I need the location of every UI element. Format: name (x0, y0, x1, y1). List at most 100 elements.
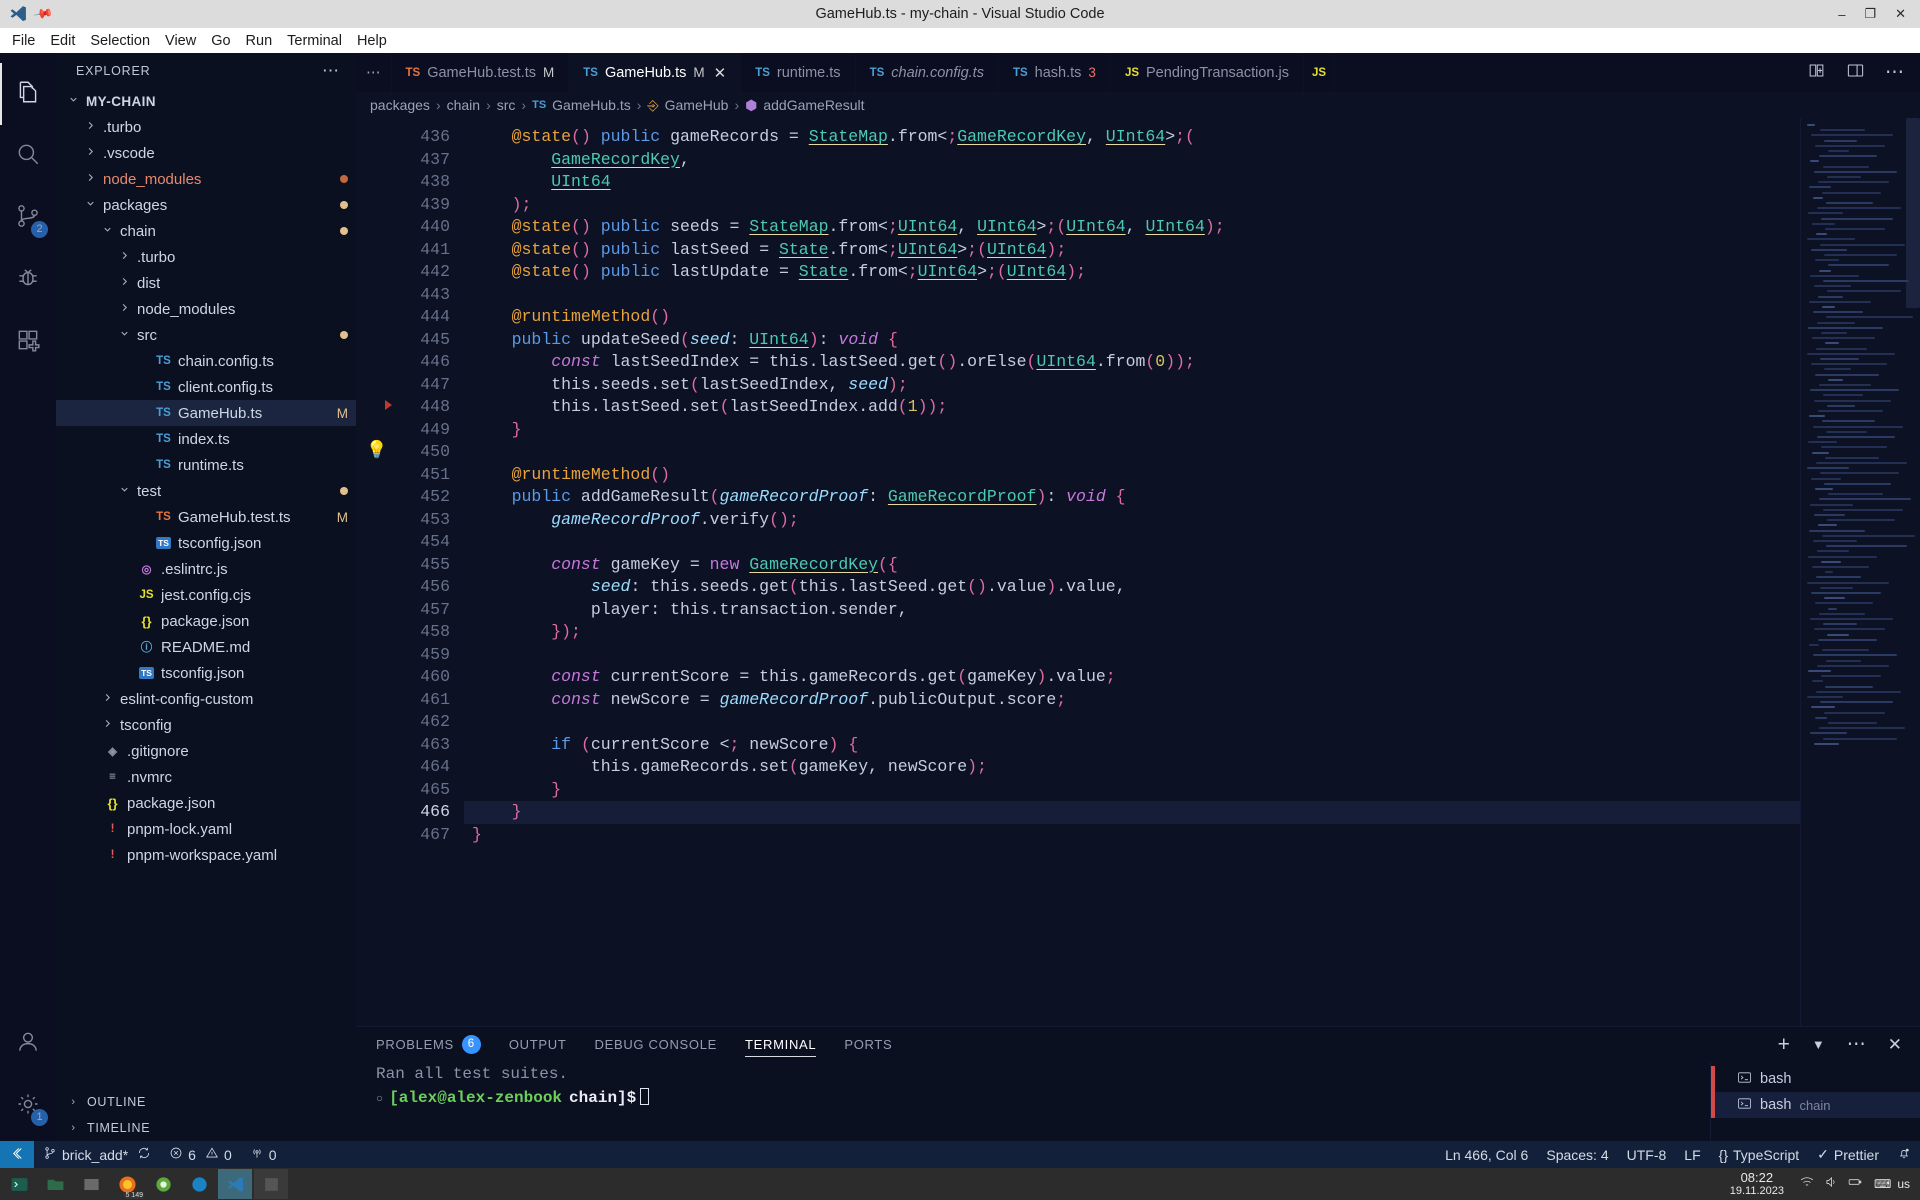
formatter-status[interactable]: ✓ Prettier (1808, 1141, 1888, 1168)
layout-icon[interactable] (1846, 61, 1865, 85)
editor-tab[interactable]: JS PendingTransaction.js (1110, 53, 1304, 92)
breadcrumb-src[interactable]: src (497, 97, 516, 113)
tree-item[interactable]: dist (56, 270, 356, 296)
editor-tab[interactable]: TS runtime.ts (741, 53, 856, 92)
outline-section[interactable]: › OUTLINE (56, 1089, 356, 1115)
battery-icon[interactable] (1848, 1175, 1862, 1194)
more-actions-icon[interactable]: ⋯ (1885, 61, 1904, 84)
tree-item[interactable]: node_modules (56, 166, 356, 192)
menu-view[interactable]: View (158, 31, 203, 51)
chevron-down-icon[interactable] (100, 224, 115, 238)
minimap-slider[interactable] (1906, 118, 1920, 308)
menu-go[interactable]: Go (204, 31, 237, 51)
code-editor[interactable]: 💡 436 437 438 439 440 441 442 443 444 445 446 447 44… (356, 118, 1920, 1026)
tree-item[interactable]: .vscode (56, 140, 356, 166)
tree-root[interactable]: MY-CHAIN (56, 88, 356, 114)
breadcrumb-chain[interactable]: chain (447, 97, 480, 113)
ports-status-button[interactable]: 0 (241, 1141, 286, 1168)
tab-ports[interactable]: PORTS (844, 1027, 892, 1062)
tab-problems[interactable]: PROBLEMS 6 (376, 1027, 481, 1062)
activity-manage[interactable]: 1 (0, 1075, 56, 1137)
encoding-setting[interactable]: UTF-8 (1618, 1141, 1676, 1168)
editor-tab[interactable]: JS (1303, 53, 1336, 92)
activity-explorer[interactable] (0, 63, 56, 125)
add-terminal-icon[interactable]: + (1778, 1034, 1790, 1055)
chevron-down-icon[interactable] (117, 484, 132, 498)
tree-item[interactable]: ◎ .eslintrc.js (56, 556, 356, 582)
tree-item[interactable]: tsconfig (56, 712, 356, 738)
tree-item[interactable]: chain (56, 218, 356, 244)
menu-run[interactable]: Run (239, 31, 280, 51)
tree-item[interactable]: eslint-config-custom (56, 686, 356, 712)
tree-item[interactable]: src (56, 322, 356, 348)
menu-selection[interactable]: Selection (83, 31, 157, 51)
tree-item[interactable]: ≡ .nvmrc (56, 764, 356, 790)
chevron-down-icon[interactable] (83, 198, 98, 212)
chevron-right-icon[interactable] (83, 172, 98, 186)
editor-tab[interactable]: TS GameHub.test.ts M (391, 53, 570, 92)
tree-item[interactable]: ⓘ README.md (56, 634, 356, 660)
tree-item[interactable]: ! pnpm-workspace.yaml (56, 842, 356, 868)
remote-window-button[interactable] (0, 1141, 34, 1168)
tree-item[interactable]: TS client.config.ts (56, 374, 356, 400)
minimize-button[interactable]: – (1838, 7, 1845, 22)
taskbar-vscode-app[interactable] (218, 1169, 252, 1199)
editor-tab[interactable]: TS GameHub.ts M ✕ (569, 53, 742, 92)
tree-item[interactable]: TS chain.config.ts (56, 348, 356, 374)
network-icon[interactable] (1800, 1175, 1814, 1194)
terminal-list-item[interactable]: bash (1711, 1066, 1920, 1092)
tree-item[interactable]: JS jest.config.cjs (56, 582, 356, 608)
terminal-view[interactable]: Ran all test suites. ○ [alex@alex-zenbook… (356, 1062, 1710, 1141)
sidebar-more-icon[interactable]: ⋯ (322, 61, 340, 81)
cursor-position[interactable]: Ln 466, Col 6 (1436, 1141, 1537, 1168)
breadcrumb-method[interactable]: addGameResult (763, 97, 864, 113)
chevron-down-icon[interactable] (117, 328, 132, 342)
timeline-section[interactable]: › TIMELINE (56, 1115, 356, 1141)
tree-item[interactable]: TS GameHub.ts M (56, 400, 356, 426)
more-actions-icon[interactable]: ⋯ (1847, 1033, 1866, 1056)
activity-run-debug[interactable] (0, 249, 56, 311)
tab-debug-console[interactable]: DEBUG CONSOLE (595, 1027, 718, 1062)
tree-item[interactable]: node_modules (56, 296, 356, 322)
menu-file[interactable]: File (5, 31, 42, 51)
tabs-overflow-icon[interactable]: ⋯ (356, 53, 392, 92)
git-branch-button[interactable]: brick_add* (34, 1141, 160, 1168)
breakpoint-gutter[interactable]: 💡 (356, 118, 402, 1026)
tree-item[interactable]: TS GameHub.test.ts M (56, 504, 356, 530)
breadcrumb-packages[interactable]: packages (370, 97, 430, 113)
activity-search[interactable] (0, 125, 56, 187)
chevron-right-icon[interactable] (100, 718, 115, 732)
tree-item[interactable]: test (56, 478, 356, 504)
taskbar-editor-app[interactable] (254, 1169, 288, 1199)
quick-fix-lightbulb-icon[interactable]: 💡 (366, 440, 387, 460)
tree-item[interactable]: .turbo (56, 244, 356, 270)
split-editor-icon[interactable] (1807, 61, 1826, 85)
taskbar-skype-app[interactable] (182, 1169, 216, 1199)
eol-setting[interactable]: LF (1675, 1141, 1709, 1168)
taskbar-clock[interactable]: 08:22 19.11.2023 (1730, 1170, 1798, 1197)
breadcrumb-file[interactable]: GameHub.ts (552, 97, 631, 113)
close-panel-icon[interactable]: ✕ (1888, 1035, 1902, 1055)
taskbar-firefox-app[interactable]: 5 149 (110, 1169, 144, 1199)
maximize-button[interactable]: ❐ (1864, 6, 1876, 22)
editor-tab[interactable]: TS chain.config.ts (855, 53, 999, 92)
taskbar-terminal-app[interactable] (2, 1169, 36, 1199)
tab-output[interactable]: OUTPUT (509, 1027, 567, 1062)
menu-help[interactable]: Help (350, 31, 394, 51)
tree-item[interactable]: .turbo (56, 114, 356, 140)
activity-source-control[interactable]: 2 (0, 187, 56, 249)
tree-item[interactable]: ! pnpm-lock.yaml (56, 816, 356, 842)
activity-extensions[interactable] (0, 311, 56, 373)
code-content[interactable]: @state() public gameRecords = StateMap.f… (464, 118, 1800, 1026)
notifications-button[interactable] (1888, 1141, 1920, 1168)
volume-icon[interactable] (1824, 1175, 1838, 1194)
tab-terminal[interactable]: TERMINAL (745, 1027, 817, 1062)
chevron-right-icon[interactable] (117, 302, 132, 316)
editor-tab[interactable]: TS hash.ts 3 (998, 53, 1111, 92)
tree-item[interactable]: TS runtime.ts (56, 452, 356, 478)
pin-icon[interactable]: 📌 (32, 3, 54, 25)
menu-terminal[interactable]: Terminal (280, 31, 349, 51)
tree-item[interactable]: ◈ .gitignore (56, 738, 356, 764)
tree-item[interactable]: TS index.ts (56, 426, 356, 452)
chevron-right-icon[interactable] (117, 250, 132, 264)
